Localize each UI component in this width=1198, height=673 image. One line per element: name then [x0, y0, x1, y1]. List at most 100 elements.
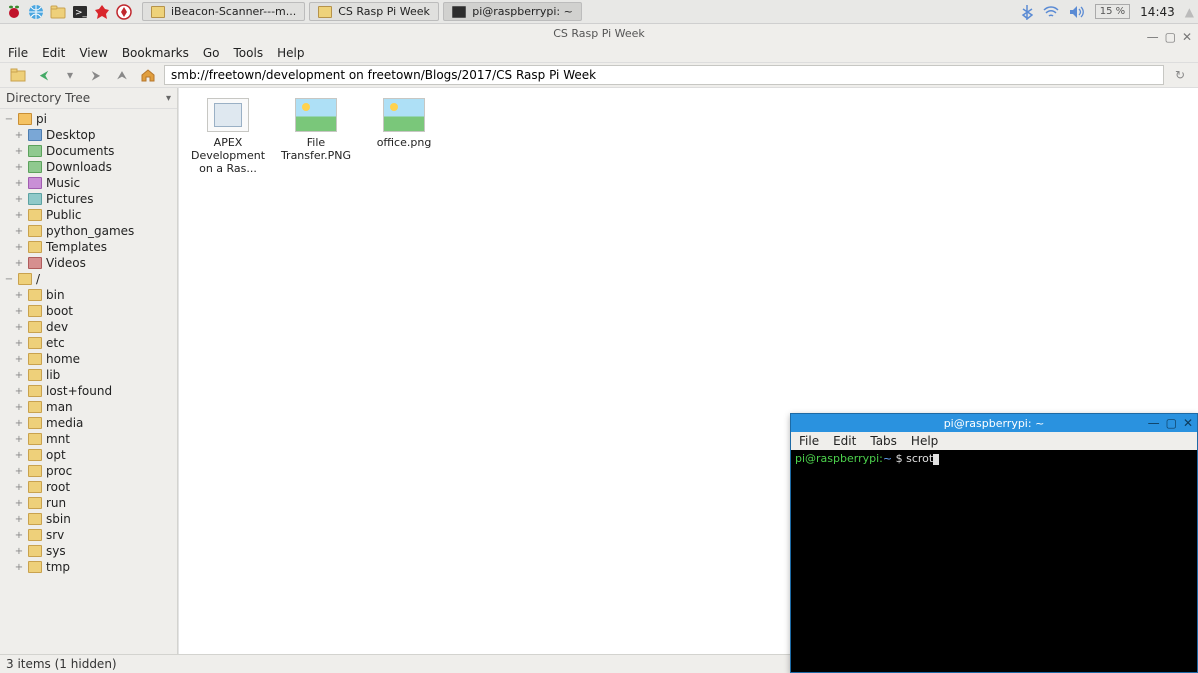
tree-item[interactable]: +proc: [0, 463, 177, 479]
tree-root[interactable]: −/: [0, 271, 177, 287]
file-item[interactable]: office.png: [365, 98, 443, 149]
chevron-down-icon[interactable]: ▾: [166, 93, 171, 104]
fm-titlebar[interactable]: CS Rasp Pi Week — ▢ ✕: [0, 24, 1198, 44]
sidebar-header[interactable]: Directory Tree ▾: [0, 88, 177, 109]
minimize-button[interactable]: —: [1147, 27, 1159, 47]
tree-item[interactable]: +sbin: [0, 511, 177, 527]
menu-go[interactable]: Go: [203, 46, 220, 60]
expander-icon[interactable]: +: [14, 562, 24, 573]
task-button[interactable]: iBeacon-Scanner---m...: [142, 2, 305, 21]
menu-help[interactable]: Help: [911, 434, 938, 448]
expander-icon[interactable]: +: [14, 194, 24, 205]
tree-item[interactable]: +tmp: [0, 559, 177, 575]
tree-item[interactable]: +man: [0, 399, 177, 415]
expander-icon[interactable]: +: [14, 418, 24, 429]
menu-raspberry-icon[interactable]: [4, 2, 24, 22]
file-item[interactable]: APEX Development on a Ras...: [189, 98, 267, 175]
menu-file[interactable]: File: [799, 434, 819, 448]
eject-icon[interactable]: ▲: [1185, 5, 1194, 19]
clock[interactable]: 14:43: [1140, 5, 1175, 19]
tree-item[interactable]: +srv: [0, 527, 177, 543]
tree-item[interactable]: +Music: [0, 175, 177, 191]
tree-item[interactable]: +etc: [0, 335, 177, 351]
terminal-icon[interactable]: >_: [70, 2, 90, 22]
expander-icon[interactable]: +: [14, 546, 24, 557]
expander-icon[interactable]: +: [14, 146, 24, 157]
nav-forward-button[interactable]: ⮞: [86, 66, 106, 84]
tree-item[interactable]: +mnt: [0, 431, 177, 447]
bluetooth-icon[interactable]: [1021, 4, 1033, 20]
expander-icon[interactable]: +: [14, 210, 24, 221]
new-tab-button[interactable]: [8, 66, 28, 84]
task-button[interactable]: CS Rasp Pi Week: [309, 2, 439, 21]
tree-root[interactable]: −pi: [0, 111, 177, 127]
tree-item[interactable]: +media: [0, 415, 177, 431]
menu-file[interactable]: File: [8, 46, 28, 60]
wolfram-icon[interactable]: [114, 2, 134, 22]
menu-help[interactable]: Help: [277, 46, 304, 60]
tree-item[interactable]: +Pictures: [0, 191, 177, 207]
go-button[interactable]: ↻: [1170, 66, 1190, 84]
nav-back-button[interactable]: ⮜: [34, 66, 54, 84]
tree-item[interactable]: +opt: [0, 447, 177, 463]
expander-icon[interactable]: +: [14, 354, 24, 365]
expander-icon[interactable]: +: [14, 466, 24, 477]
tree-item[interactable]: +Videos: [0, 255, 177, 271]
expander-icon[interactable]: +: [14, 338, 24, 349]
expander-icon[interactable]: +: [14, 258, 24, 269]
expander-icon[interactable]: +: [14, 178, 24, 189]
menu-tools[interactable]: Tools: [234, 46, 264, 60]
tree-item[interactable]: +dev: [0, 319, 177, 335]
term-titlebar[interactable]: pi@raspberrypi: ~ — ▢ ✕: [791, 414, 1197, 432]
task-button[interactable]: pi@raspberrypi: ~: [443, 2, 582, 21]
web-browser-icon[interactable]: [26, 2, 46, 22]
expander-icon[interactable]: +: [14, 450, 24, 461]
expander-icon[interactable]: +: [14, 290, 24, 301]
expander-icon[interactable]: +: [14, 514, 24, 525]
tree-item[interactable]: +python_games: [0, 223, 177, 239]
tree-item[interactable]: +home: [0, 351, 177, 367]
mathematica-icon[interactable]: [92, 2, 112, 22]
maximize-button[interactable]: ▢: [1166, 416, 1177, 430]
expander-icon[interactable]: +: [14, 402, 24, 413]
tree-item[interactable]: +run: [0, 495, 177, 511]
menu-edit[interactable]: Edit: [42, 46, 65, 60]
tree-item[interactable]: +sys: [0, 543, 177, 559]
menu-edit[interactable]: Edit: [833, 434, 856, 448]
menu-tabs[interactable]: Tabs: [870, 434, 897, 448]
tree-item[interactable]: +Desktop: [0, 127, 177, 143]
minimize-button[interactable]: —: [1148, 416, 1160, 430]
menu-view[interactable]: View: [79, 46, 107, 60]
tree-item[interactable]: +boot: [0, 303, 177, 319]
expander-icon[interactable]: +: [14, 498, 24, 509]
expander-icon[interactable]: +: [14, 386, 24, 397]
tree-item[interactable]: +bin: [0, 287, 177, 303]
directory-tree[interactable]: −pi+Desktop+Documents+Downloads+Music+Pi…: [0, 109, 177, 654]
battery-indicator[interactable]: 15 %: [1095, 4, 1130, 19]
expander-icon[interactable]: −: [4, 114, 14, 125]
expander-icon[interactable]: +: [14, 434, 24, 445]
expander-icon[interactable]: +: [14, 322, 24, 333]
close-button[interactable]: ✕: [1182, 27, 1192, 47]
wifi-icon[interactable]: [1043, 6, 1059, 18]
nav-up-button[interactable]: ⮝: [112, 66, 132, 84]
nav-history-button[interactable]: ▾: [60, 66, 80, 84]
tree-item[interactable]: +Downloads: [0, 159, 177, 175]
file-manager-icon[interactable]: [48, 2, 68, 22]
tree-item[interactable]: +Documents: [0, 143, 177, 159]
address-bar[interactable]: [164, 65, 1164, 85]
expander-icon[interactable]: −: [4, 274, 14, 285]
expander-icon[interactable]: +: [14, 306, 24, 317]
term-screen[interactable]: pi@raspberrypi:~ $ scrot: [791, 450, 1197, 672]
volume-icon[interactable]: [1069, 5, 1085, 19]
tree-item[interactable]: +lost+found: [0, 383, 177, 399]
expander-icon[interactable]: +: [14, 130, 24, 141]
menu-bookmarks[interactable]: Bookmarks: [122, 46, 189, 60]
expander-icon[interactable]: +: [14, 226, 24, 237]
maximize-button[interactable]: ▢: [1165, 27, 1176, 47]
tree-item[interactable]: +Public: [0, 207, 177, 223]
file-item[interactable]: File Transfer.PNG: [277, 98, 355, 162]
nav-home-button[interactable]: [138, 66, 158, 84]
tree-item[interactable]: +lib: [0, 367, 177, 383]
tree-item[interactable]: +root: [0, 479, 177, 495]
